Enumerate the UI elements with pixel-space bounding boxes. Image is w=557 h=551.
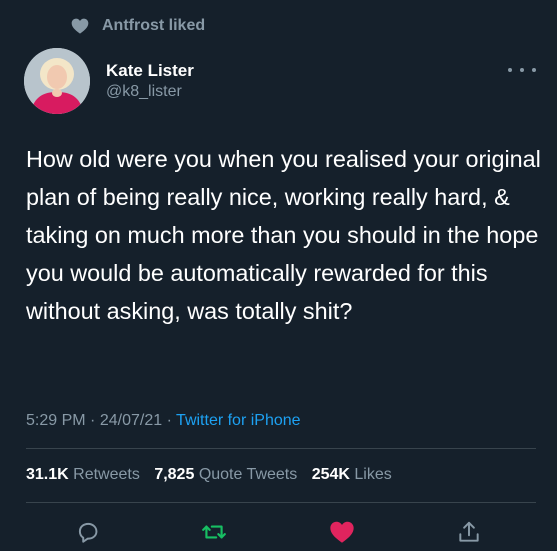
avatar-image xyxy=(24,48,90,114)
liked-by-text: Antfrost liked xyxy=(102,17,206,34)
divider xyxy=(26,448,536,449)
likes-stat[interactable]: 254K Likes xyxy=(312,466,392,483)
tweet-time[interactable]: 5:29 PM xyxy=(26,412,86,429)
meta-separator: · xyxy=(166,412,172,429)
likes-count: 254K xyxy=(311,466,350,483)
retweets-label: Retweets xyxy=(73,466,140,483)
share-button[interactable] xyxy=(455,518,483,546)
retweet-button[interactable] xyxy=(200,518,228,546)
quote-tweets-label: Quote Tweets xyxy=(198,466,298,483)
social-context[interactable]: Antfrost liked xyxy=(70,14,205,38)
author-display-name[interactable]: Kate Lister xyxy=(106,60,194,82)
quote-tweets-stat[interactable]: 7,825 Quote Tweets xyxy=(154,466,301,483)
action-bar xyxy=(0,512,557,548)
author-names: Kate Lister @k8_lister xyxy=(106,60,194,102)
tweet-date[interactable]: 24/07/21 xyxy=(100,412,162,429)
share-icon xyxy=(459,521,479,542)
tweet-text: How old were you when you realised your … xyxy=(26,146,541,324)
meta-separator: · xyxy=(90,412,96,429)
retweets-count: 31.1K xyxy=(26,466,69,483)
more-horizontal-icon[interactable] xyxy=(508,62,536,78)
author-row: Kate Lister @k8_lister xyxy=(24,48,536,118)
reply-icon xyxy=(78,522,98,543)
author-handle[interactable]: @k8_lister xyxy=(106,82,194,102)
like-icon xyxy=(330,521,354,543)
like-button[interactable] xyxy=(328,518,356,546)
tweet-source[interactable]: Twitter for iPhone xyxy=(176,412,301,429)
tweet-meta: 5:29 PM · 24/07/21 · Twitter for iPhone xyxy=(26,412,301,430)
divider xyxy=(26,502,536,503)
reply-button[interactable] xyxy=(74,518,102,546)
retweet-icon xyxy=(202,525,226,539)
avatar[interactable] xyxy=(24,48,90,114)
tweet-detail: Antfrost liked Kate Lister @k8_lister Ho… xyxy=(0,0,557,551)
likes-label: Likes xyxy=(354,466,392,483)
tweet-stats: 31.1K Retweets 7,825 Quote Tweets 254K L… xyxy=(26,466,402,484)
heart-icon xyxy=(71,18,89,34)
retweets-stat[interactable]: 31.1K Retweets xyxy=(26,466,144,483)
quote-tweets-count: 7,825 xyxy=(154,466,195,483)
